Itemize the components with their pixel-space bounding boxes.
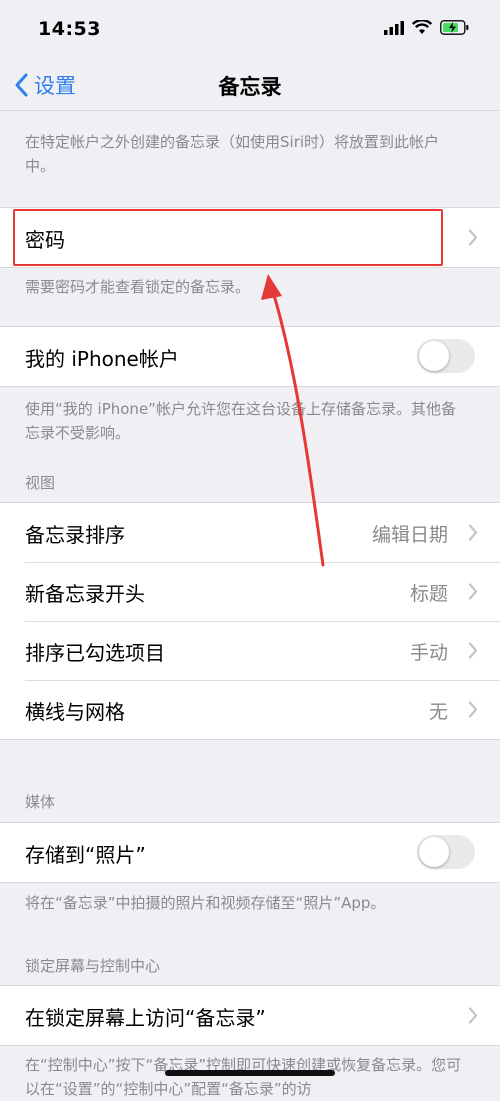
lock-screen-access-row[interactable]: 在锁定屏幕上访问“备忘录” [0, 986, 500, 1045]
save-to-photos-toggle[interactable] [417, 835, 475, 869]
sort-checked-items-value: 手动 [409, 642, 448, 664]
media-section-header: 媒体 [25, 793, 56, 811]
lines-grids-label: 横线与网格 [25, 700, 125, 724]
sort-checked-items-label: 排序已勾选项目 [25, 641, 165, 665]
save-to-photos-label: 存储到“照片” [25, 843, 146, 867]
media-group: 存储到“照片” [0, 822, 500, 883]
lock-section-header: 锁定屏幕与控制中心 [25, 957, 161, 975]
lock-footer: 在“控制中心”按下“备忘录”控制即可快速创建或恢复备忘录。您可以在“设置”的“控… [25, 1056, 462, 1098]
lock-group: 在锁定屏幕上访问“备忘录” [0, 985, 500, 1046]
chevron-right-icon [468, 642, 478, 659]
annotation-arrow [261, 274, 325, 567]
lines-grids-row[interactable]: 横线与网格 无 [0, 680, 500, 739]
home-indicator [165, 1070, 335, 1076]
lines-grids-value: 无 [428, 701, 448, 723]
toggle-knob [419, 837, 449, 867]
sort-checked-items-row[interactable]: 排序已勾选项目 手动 [0, 621, 500, 680]
chevron-right-icon [468, 1007, 478, 1024]
lock-screen-access-label: 在锁定屏幕上访问“备忘录” [25, 1006, 266, 1030]
media-footer: 将在“备忘录”中拍摄的照片和视频存储至“照片”App。 [25, 894, 386, 912]
save-to-photos-row: 存储到“照片” [0, 823, 500, 882]
chevron-right-icon [468, 701, 478, 718]
